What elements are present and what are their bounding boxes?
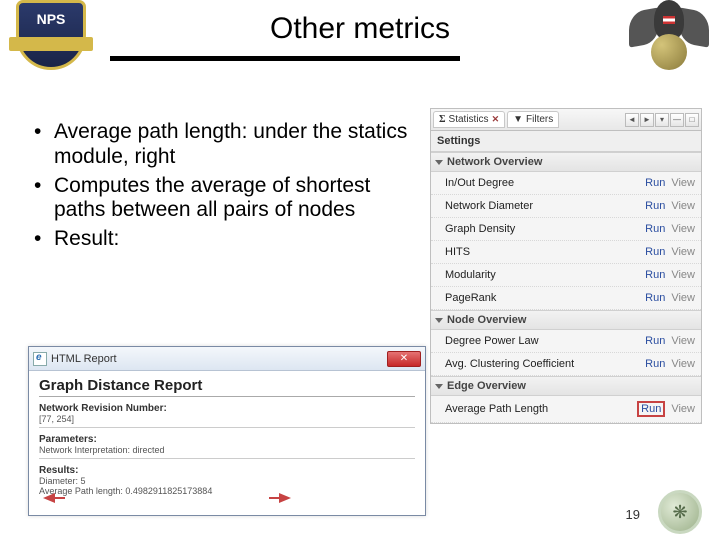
nav-next-button[interactable]: ► [640,113,654,127]
section-title: Node Overview [447,314,526,326]
stat-name: PageRank [445,292,639,304]
tab-label: Statistics [449,114,489,125]
view-link[interactable]: View [671,177,695,189]
sigma-icon: Σ [439,114,446,125]
nav-dropdown-button[interactable]: ▾ [655,113,669,127]
view-link[interactable]: View [671,403,695,415]
view-link[interactable]: View [671,246,695,258]
divider [39,458,415,459]
stat-row-degree-power-law: Degree Power Law Run View [431,330,701,353]
tab-statistics[interactable]: Σ Statistics ✕ [433,111,505,128]
chevron-down-icon [435,318,443,323]
stat-row-graph-density: Graph Density Run View [431,218,701,241]
params-label: Parameters: [39,434,415,445]
report-body: Graph Distance Report Network Revision N… [29,371,425,502]
run-link[interactable]: Run [645,335,665,347]
run-link[interactable]: Run [645,269,665,281]
chevron-down-icon [435,384,443,389]
view-link[interactable]: View [671,269,695,281]
stat-name: HITS [445,246,639,258]
revision-label: Network Revision Number: [39,403,415,414]
section-edge-overview[interactable]: Edge Overview [431,376,701,396]
title-underline [110,56,460,61]
page-number: 19 [626,507,640,522]
results-line: Diameter: 5 [39,476,415,486]
tab-filters[interactable]: ▼ Filters [507,111,559,128]
section-title: Network Overview [447,156,542,168]
arrow-left-icon [43,493,55,503]
nav-prev-button[interactable]: ◄ [625,113,639,127]
divider [39,427,415,428]
globe-icon: ❋ [672,502,687,523]
stat-row-avg-clustering: Avg. Clustering Coefficient Run View [431,353,701,376]
funnel-icon: ▼ [513,114,523,125]
stat-name: In/Out Degree [445,177,639,189]
view-link[interactable]: View [671,200,695,212]
bullet-item: Result: [30,227,420,252]
run-link[interactable]: Run [645,223,665,235]
stat-row-network-diameter: Network Diameter Run View [431,195,701,218]
stat-row-inout-degree: In/Out Degree Run View [431,172,701,195]
run-link[interactable]: Run [645,200,665,212]
corner-badge: ❋ [658,490,702,534]
run-link[interactable]: Run [645,246,665,258]
chevron-down-icon [435,160,443,165]
ribbon-icon [9,37,93,51]
results-line: Average Path length: 0.4982911825173884 [39,486,415,496]
tab-label: Filters [526,114,553,125]
stat-row-modularity: Modularity Run View [431,264,701,287]
section-network-overview[interactable]: Network Overview [431,152,701,172]
close-icon[interactable]: ✕ [492,114,500,125]
slide-header: Other metrics [0,0,720,78]
run-link[interactable]: Run [645,358,665,370]
view-link[interactable]: View [671,358,695,370]
maximize-button[interactable]: □ [685,113,699,127]
stat-row-pagerank: PageRank Run View [431,287,701,310]
statistics-panel: Σ Statistics ✕ ▼ Filters ◄ ► ▾ — □ Setti… [430,108,702,424]
stat-name: Modularity [445,269,639,281]
stat-name: Network Diameter [445,200,639,212]
stat-row-hits: HITS Run View [431,241,701,264]
run-link[interactable]: Run [645,292,665,304]
html-report-icon [33,352,47,366]
panel-tabs: Σ Statistics ✕ ▼ Filters ◄ ► ▾ — □ [431,109,701,131]
view-link[interactable]: View [671,223,695,235]
window-titlebar[interactable]: HTML Report ✕ [29,347,425,371]
close-button[interactable]: ✕ [387,351,421,367]
view-link[interactable]: View [671,292,695,304]
arrow-right-icon [279,493,291,503]
bullet-item: Average path length: under the statics m… [30,120,420,170]
bullet-item: Computes the average of shortest paths b… [30,174,420,224]
report-heading: Graph Distance Report [39,377,415,394]
report-window: HTML Report ✕ Graph Distance Report Netw… [28,346,426,516]
stat-name: Graph Density [445,223,639,235]
shield-icon [16,0,86,70]
west-point-logo [624,0,714,80]
params-value: Network Interpretation: directed [39,445,415,455]
stat-name: Average Path Length [445,403,631,415]
bullet-list: Average path length: under the statics m… [30,120,420,256]
minimize-button[interactable]: — [670,113,684,127]
stat-name: Avg. Clustering Coefficient [445,358,639,370]
view-link[interactable]: View [671,335,695,347]
revision-value: [77, 254] [39,414,415,424]
eagle-icon [629,0,709,70]
run-link-highlighted[interactable]: Run [637,401,665,417]
section-title: Edge Overview [447,380,526,392]
results-label: Results: [39,465,415,476]
panel-nav-buttons: ◄ ► ▾ — □ [625,113,699,127]
window-title: HTML Report [51,353,383,365]
slide-title: Other metrics [0,12,720,46]
run-link[interactable]: Run [645,177,665,189]
section-node-overview[interactable]: Node Overview [431,310,701,330]
settings-label[interactable]: Settings [431,131,701,152]
divider [39,396,415,397]
stat-name: Degree Power Law [445,335,639,347]
stat-row-average-path-length: Average Path Length Run View [431,396,701,423]
nps-logo [6,0,96,80]
